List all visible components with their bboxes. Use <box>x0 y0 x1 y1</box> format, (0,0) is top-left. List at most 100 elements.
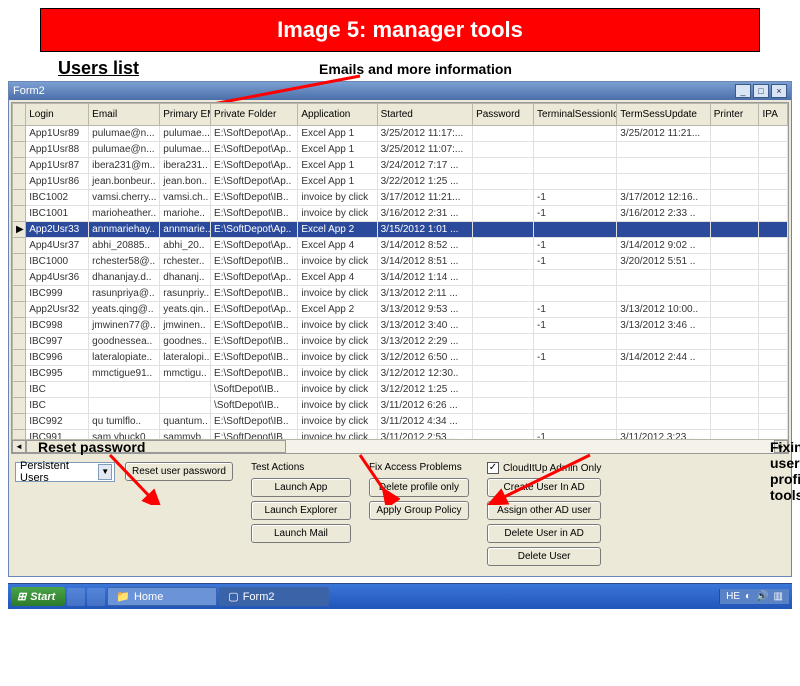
table-cell: 3/14/2012 1:14 ... <box>377 270 472 286</box>
column-header[interactable]: Private Folder <box>211 104 298 126</box>
tray-icon[interactable]: 🔊 <box>756 591 768 602</box>
system-tray[interactable]: HE ◐ 🔊 ▥ <box>719 589 789 604</box>
table-cell: E:\SoftDepot\Ap.. <box>211 222 298 238</box>
chevron-down-icon[interactable]: ▼ <box>98 464 112 480</box>
table-row[interactable]: IBC1000rchester58@..rchester..E:\SoftDep… <box>13 254 788 270</box>
table-row[interactable]: App1Usr86jean.bonbeur..jean.bon..E:\Soft… <box>13 174 788 190</box>
launch-explorer-button[interactable]: Launch Explorer <box>251 501 351 520</box>
table-cell: E:\SoftDepot\IB.. <box>211 190 298 206</box>
table-cell: 3/12/2012 1:25 ... <box>377 382 472 398</box>
table-cell: E:\SoftDepot\Ap.. <box>211 126 298 142</box>
table-cell: E:\SoftDepot\IB.. <box>211 254 298 270</box>
maximize-button[interactable]: □ <box>753 84 769 98</box>
table-row[interactable]: IBC\SoftDepot\IB..invoice by click3/11/2… <box>13 398 788 414</box>
table-cell: 3/13/2012 2:11 ... <box>377 286 472 302</box>
table-cell: invoice by click <box>298 318 377 334</box>
column-header[interactable]: IPA <box>759 104 788 126</box>
tray-icon[interactable]: ▥ <box>774 591 783 602</box>
table-cell <box>710 302 759 318</box>
table-row[interactable]: IBC\SoftDepot\IB..invoice by click3/12/2… <box>13 382 788 398</box>
table-cell: E:\SoftDepot\Ap.. <box>211 238 298 254</box>
column-header[interactable]: Login <box>26 104 89 126</box>
scroll-left-arrow[interactable]: ◄ <box>12 440 26 453</box>
table-cell <box>617 222 710 238</box>
table-cell <box>534 414 617 430</box>
launch-mail-button[interactable]: Launch Mail <box>251 524 351 543</box>
table-cell: rchester58@.. <box>89 254 160 270</box>
admin-group: ✓ CloudItUp Admin Only Create User In AD… <box>487 462 601 566</box>
table-cell <box>534 142 617 158</box>
table-cell <box>473 190 534 206</box>
table-row[interactable]: App1Usr88pulumae@n...pulumae...E:\SoftDe… <box>13 142 788 158</box>
admin-checkbox[interactable]: ✓ <box>487 462 499 474</box>
minimize-button[interactable]: _ <box>735 84 751 98</box>
table-row[interactable]: IBC992qu tumlflo..quantum..E:\SoftDepot\… <box>13 414 788 430</box>
table-cell: jmwinen77@.. <box>89 318 160 334</box>
table-cell: IBC992 <box>26 414 89 430</box>
table-cell: -1 <box>534 190 617 206</box>
table-cell: App1Usr89 <box>26 126 89 142</box>
table-cell: pulumae@n... <box>89 126 160 142</box>
annotation-fix: Fixing user profile tools <box>770 439 800 503</box>
column-header[interactable]: Printer <box>710 104 759 126</box>
tray-icon[interactable]: ◐ <box>745 591 751 602</box>
delete-profile-button[interactable]: Delete profile only <box>369 478 469 497</box>
table-row[interactable]: IBC996lateralopiate..lateralopi..E:\Soft… <box>13 350 788 366</box>
assign-ad-user-button[interactable]: Assign other AD user <box>487 501 601 520</box>
apply-group-policy-button[interactable]: Apply Group Policy <box>369 501 469 520</box>
start-button[interactable]: ⊞ Start <box>11 587 65 606</box>
table-cell: IBC997 <box>26 334 89 350</box>
table-cell: pulumae@n... <box>89 142 160 158</box>
table-row[interactable]: ▶App2Usr33annmariehay..annmarie..E:\Soft… <box>13 222 788 238</box>
table-cell: Excel App 4 <box>298 238 377 254</box>
user-filter-combo[interactable]: Persistent Users ▼ <box>15 462 115 482</box>
table-cell: invoice by click <box>298 190 377 206</box>
table-cell: 3/14/2012 8:52 ... <box>377 238 472 254</box>
users-grid[interactable]: LoginEmailPrimary EMailPrivate FolderApp… <box>11 102 789 454</box>
table-cell <box>617 158 710 174</box>
launch-app-button[interactable]: Launch App <box>251 478 351 497</box>
annotation-emails: Emails and more information <box>319 61 512 77</box>
column-header[interactable]: Started <box>377 104 472 126</box>
table-row[interactable]: IBC1002vamsi.cherry...vamsi.ch..E:\SoftD… <box>13 190 788 206</box>
table-row[interactable]: IBC998jmwinen77@..jmwinen..E:\SoftDepot\… <box>13 318 788 334</box>
table-cell: invoice by click <box>298 398 377 414</box>
table-cell: lateralopi.. <box>160 350 211 366</box>
taskbar-item-form2[interactable]: ▢ Form2 <box>219 587 329 606</box>
column-header[interactable]: Primary EMail <box>160 104 211 126</box>
table-row[interactable]: IBC997goodnessea..goodnes..E:\SoftDepot\… <box>13 334 788 350</box>
table-cell <box>473 334 534 350</box>
column-header[interactable]: Email <box>89 104 160 126</box>
table-row[interactable]: App1Usr87ibera231@m..ibera231..E:\SoftDe… <box>13 158 788 174</box>
table-row[interactable]: App2Usr32yeats.qing@..yeats.qin..E:\Soft… <box>13 302 788 318</box>
quicklaunch-icon[interactable] <box>67 588 85 606</box>
table-row[interactable]: IBC1001marioheather..mariohe..E:\SoftDep… <box>13 206 788 222</box>
language-indicator[interactable]: HE <box>726 591 740 602</box>
table-cell: 3/20/2012 5:51 .. <box>617 254 710 270</box>
delete-user-ad-button[interactable]: Delete User in AD <box>487 524 601 543</box>
table-cell <box>534 270 617 286</box>
table-cell <box>617 366 710 382</box>
quicklaunch-icon[interactable] <box>87 588 105 606</box>
create-user-ad-button[interactable]: Create User In AD <box>487 478 601 497</box>
reset-password-button[interactable]: Reset user password <box>125 462 233 481</box>
table-cell <box>710 222 759 238</box>
close-button[interactable]: × <box>771 84 787 98</box>
table-row[interactable]: IBC995mmctigue91..mmctigu..E:\SoftDepot\… <box>13 366 788 382</box>
column-header[interactable]: Password <box>473 104 534 126</box>
delete-user-button[interactable]: Delete User <box>487 547 601 566</box>
table-cell <box>473 286 534 302</box>
table-row[interactable]: IBC999rasunpriya@..rasunpriy..E:\SoftDep… <box>13 286 788 302</box>
table-cell <box>534 334 617 350</box>
table-cell: Excel App 1 <box>298 126 377 142</box>
taskbar-item-home[interactable]: 📁 Home <box>107 587 217 606</box>
table-cell: 3/11/2012 6:26 ... <box>377 398 472 414</box>
table-row[interactable]: App4Usr36dhananjay.d..dhananj..E:\SoftDe… <box>13 270 788 286</box>
table-cell: goodnessea.. <box>89 334 160 350</box>
column-header[interactable]: Application <box>298 104 377 126</box>
table-cell <box>710 318 759 334</box>
table-row[interactable]: App4Usr37abhi_20885..abhi_20..E:\SoftDep… <box>13 238 788 254</box>
column-header[interactable]: TerminalSessionId <box>534 104 617 126</box>
column-header[interactable]: TermSessUpdate <box>617 104 710 126</box>
table-row[interactable]: App1Usr89pulumae@n...pulumae...E:\SoftDe… <box>13 126 788 142</box>
